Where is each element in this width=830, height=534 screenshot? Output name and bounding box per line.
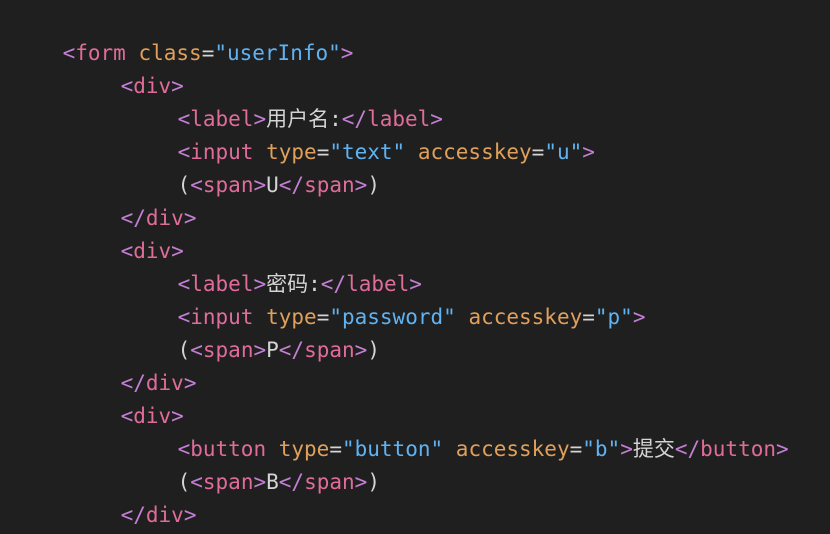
code-line-9: <input type="password" accesskey="p">: [127, 268, 646, 329]
token-bracket: </: [674, 437, 701, 461]
token-tag: span: [304, 470, 355, 494]
code-line-1: <form class="userInfo">: [12, 4, 354, 65]
code-line-10: (<span>P</span>): [127, 301, 380, 362]
token-bracket: </: [278, 470, 305, 494]
token-bracket: </: [278, 338, 305, 362]
code-line-12: <div>: [70, 367, 184, 428]
token-bracket: >: [253, 338, 267, 362]
token-bracket: >: [776, 437, 789, 461]
token-paren: ): [367, 338, 380, 362]
code-line-11: </div>: [70, 334, 197, 395]
token-string: "b": [582, 437, 621, 461]
code-line-6: </div>: [70, 169, 197, 230]
token-string: "u": [544, 140, 583, 164]
token-attr: accesskey: [468, 305, 583, 329]
token-equals: =: [569, 437, 583, 461]
token-tag: span: [202, 470, 254, 494]
code-line-8: <label>密码:</label>: [127, 235, 422, 296]
token-tag: div: [145, 503, 184, 527]
token-bracket: >: [354, 338, 368, 362]
token-bracket: >: [183, 503, 197, 527]
token-equals: =: [201, 41, 215, 65]
token-bracket: >: [354, 173, 368, 197]
token-text: U: [266, 173, 279, 197]
token-tag: span: [202, 173, 254, 197]
token-bracket: >: [253, 173, 267, 197]
code-line-7: <div>: [70, 202, 184, 263]
code-line-4: <input type="text" accesskey="u">: [127, 103, 595, 164]
token-string: "p": [594, 305, 633, 329]
token-equals: =: [582, 305, 595, 329]
token-tag: span: [304, 173, 355, 197]
code-line-5: (<span>U</span>): [127, 136, 380, 197]
code-line-13: <button type="button" accesskey="b">提交</…: [127, 400, 789, 461]
token-string: "userInfo": [214, 41, 341, 65]
code-line-16: </form>: [12, 499, 151, 532]
token-text: B: [266, 470, 279, 494]
code-editor: <form class="userInfo"> <div> <label>用户名…: [0, 0, 830, 534]
token-paren: ): [367, 470, 380, 494]
code-line-14: (<span>B</span>): [127, 433, 380, 494]
token-bracket: >: [582, 140, 595, 164]
code-line-15: </div>: [70, 466, 197, 527]
code-line-2: <div>: [70, 37, 184, 98]
token-attr: accesskey: [417, 140, 532, 164]
token-attr: accesskey: [455, 437, 570, 461]
token-text: P: [266, 338, 279, 362]
token-tag: button: [700, 437, 776, 461]
code-line-3: <label>用户名:</label>: [127, 70, 443, 131]
token-tag: span: [304, 338, 355, 362]
token-text: 提交: [632, 437, 675, 461]
token-equals: =: [531, 140, 545, 164]
token-bracket: >: [253, 470, 267, 494]
token-tag: span: [202, 338, 254, 362]
token-bracket: </: [278, 173, 305, 197]
token-bracket: >: [183, 371, 197, 395]
token-bracket: >: [183, 206, 197, 230]
token-bracket: >: [620, 437, 633, 461]
token-paren: ): [367, 173, 380, 197]
token-bracket: >: [632, 305, 646, 329]
token-bracket: >: [340, 41, 354, 65]
token-bracket: >: [354, 470, 368, 494]
